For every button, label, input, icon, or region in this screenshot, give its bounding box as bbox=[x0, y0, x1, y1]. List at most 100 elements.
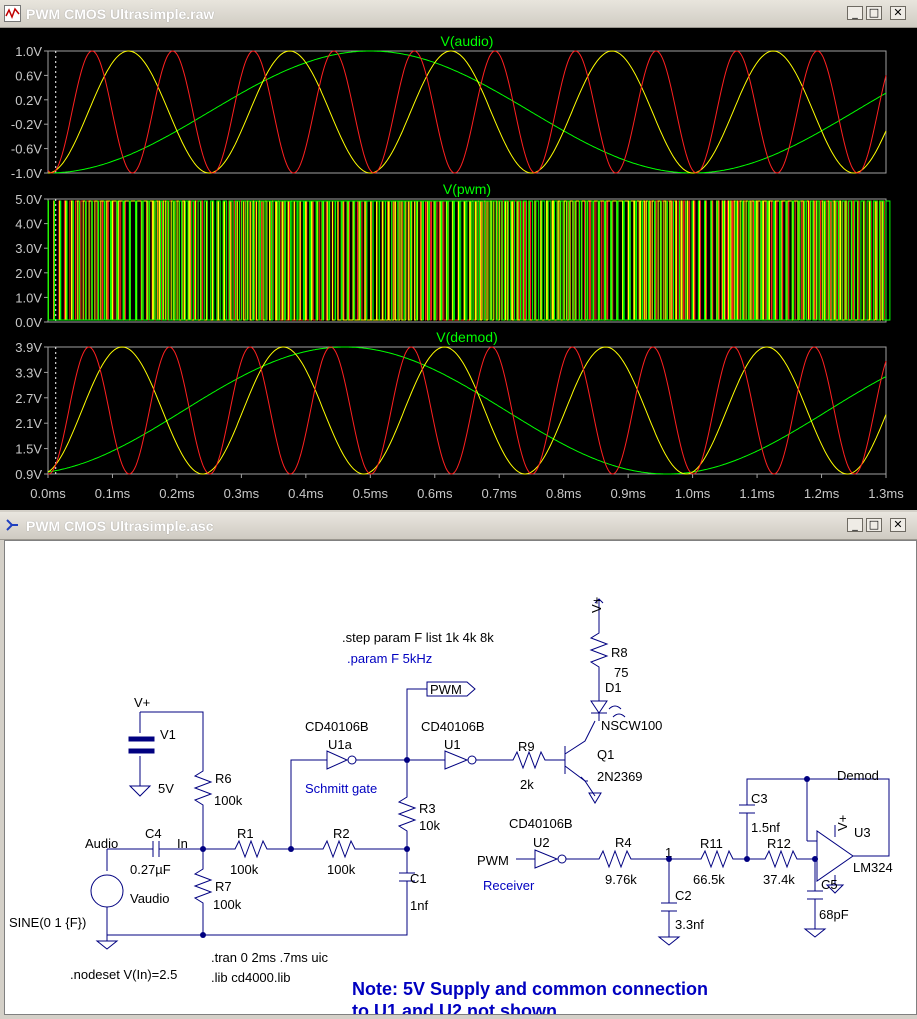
r3-value[interactable]: 10k bbox=[419, 818, 440, 833]
waveform-app-icon bbox=[4, 5, 21, 22]
y-tick-label: 2.0V bbox=[15, 266, 42, 281]
schematic-window: PWM CMOS Ultrasimple.asc _ □ ✕ .step par… bbox=[0, 512, 917, 1019]
trace-1khz bbox=[47, 346, 887, 475]
c3-name[interactable]: C3 bbox=[751, 791, 768, 806]
r12-name[interactable]: R12 bbox=[767, 836, 791, 851]
u1-name[interactable]: U1 bbox=[444, 737, 461, 752]
audio-net-label[interactable]: Audio bbox=[85, 836, 118, 851]
r8-name[interactable]: R8 bbox=[611, 645, 628, 660]
minimize-button[interactable]: _ bbox=[847, 518, 863, 532]
demod-net-label[interactable]: Demod bbox=[837, 768, 879, 783]
c2-name[interactable]: C2 bbox=[675, 888, 692, 903]
u1a-name[interactable]: U1a bbox=[328, 737, 353, 752]
x-tick-label: 0.9ms bbox=[610, 486, 646, 501]
nodeset-directive[interactable]: .nodeset V(In)=2.5 bbox=[70, 967, 177, 982]
r1-value[interactable]: 100k bbox=[230, 862, 259, 877]
schematic-drawing[interactable]: .step param F list 1k 4k 8k .param F 5kH… bbox=[5, 541, 916, 1019]
c1-name[interactable]: C1 bbox=[410, 871, 427, 886]
maximize-button[interactable]: □ bbox=[866, 518, 882, 532]
u2-name[interactable]: U2 bbox=[533, 835, 550, 850]
c5-name[interactable]: C5 bbox=[821, 877, 838, 892]
d1-name[interactable]: D1 bbox=[605, 680, 622, 695]
param-directive[interactable]: .param F 5kHz bbox=[347, 651, 432, 666]
q1-name[interactable]: Q1 bbox=[597, 747, 614, 762]
in-net-label[interactable]: In bbox=[177, 836, 188, 851]
c2-value[interactable]: 3.3nf bbox=[675, 917, 704, 932]
sine-value[interactable]: SINE(0 1 {F}) bbox=[9, 915, 86, 930]
r7-value[interactable]: 100k bbox=[213, 897, 242, 912]
u1-part[interactable]: CD40106B bbox=[421, 719, 485, 734]
r4-value[interactable]: 9.76k bbox=[605, 872, 637, 887]
y-tick-label: 2.7V bbox=[15, 391, 42, 406]
y-tick-label: 0.9V bbox=[15, 467, 42, 482]
u1a-part[interactable]: CD40106B bbox=[305, 719, 369, 734]
schematic-canvas[interactable]: .step param F list 1k 4k 8k .param F 5kH… bbox=[4, 540, 917, 1019]
r11-name[interactable]: R11 bbox=[700, 836, 723, 851]
r6-name[interactable]: R6 bbox=[215, 771, 232, 786]
v1-name[interactable]: V1 bbox=[160, 727, 176, 742]
waveform-titlebar[interactable]: PWM CMOS Ultrasimple.raw _ □ ✕ bbox=[0, 0, 917, 28]
junction-dot bbox=[804, 776, 810, 782]
r4-name[interactable]: R4 bbox=[615, 835, 632, 850]
y-tick-label: -0.2V bbox=[11, 117, 42, 132]
x-tick-label: 1.0ms bbox=[675, 486, 711, 501]
waveform-plot[interactable]: 1.0V 0.6V 0.2V -0.2V -0.6V -1.0V V(audio) 5.0V 4… bbox=[0, 28, 917, 510]
c5-value[interactable]: 68pF bbox=[819, 907, 849, 922]
junction-dot bbox=[200, 932, 206, 938]
c3-value[interactable]: 1.5nf bbox=[751, 820, 780, 835]
u3-name[interactable]: U3 bbox=[854, 825, 871, 840]
junction-dot bbox=[744, 856, 750, 862]
x-tick-label: 0.7ms bbox=[482, 486, 518, 501]
x-tick-label: 0.0ms bbox=[30, 486, 66, 501]
c4-value[interactable]: 0.27µF bbox=[130, 862, 171, 877]
u3-value[interactable]: LM324 bbox=[853, 860, 893, 875]
x-tick-label: 0.1ms bbox=[95, 486, 131, 501]
r12-value[interactable]: 37.4k bbox=[763, 872, 795, 887]
r1-name[interactable]: R1 bbox=[237, 826, 254, 841]
v1-value[interactable]: 5V bbox=[158, 781, 174, 796]
x-tick-label: 1.2ms bbox=[804, 486, 840, 501]
close-button[interactable]: ✕ bbox=[890, 518, 906, 532]
x-tick-label: 0.3ms bbox=[224, 486, 260, 501]
d1-value[interactable]: NSCW100 bbox=[601, 718, 662, 733]
schematic-app-icon bbox=[6, 519, 18, 531]
pwm-input-label[interactable]: PWM bbox=[477, 853, 509, 868]
y-tick-label: 1.5V bbox=[15, 442, 42, 457]
maximize-button[interactable]: □ bbox=[866, 6, 882, 20]
trace-8khz bbox=[47, 50, 887, 174]
trace-label: V(pwm) bbox=[443, 181, 491, 197]
x-tick-label: 1.1ms bbox=[739, 486, 775, 501]
r8-value[interactable]: 75 bbox=[614, 665, 628, 680]
close-button[interactable]: ✕ bbox=[890, 6, 906, 20]
minimize-button[interactable]: _ bbox=[847, 6, 863, 20]
schematic-titlebar[interactable]: PWM CMOS Ultrasimple.asc _ □ ✕ bbox=[0, 512, 917, 540]
y-tick-label: 3.3V bbox=[15, 365, 42, 380]
r2-value[interactable]: 100k bbox=[327, 862, 356, 877]
waveform-plot-area[interactable]: 1.0V 0.6V 0.2V -0.2V -0.6V -1.0V V(audio) 5.0V 4… bbox=[0, 28, 917, 510]
pwm-flag-label[interactable]: PWM bbox=[430, 682, 462, 697]
tran-directive[interactable]: .tran 0 2ms .7ms uic bbox=[211, 950, 329, 965]
c4-name[interactable]: C4 bbox=[145, 826, 162, 841]
note-line-1[interactable]: Note: 5V Supply and common connection bbox=[352, 979, 708, 999]
r2-name[interactable]: R2 bbox=[333, 826, 350, 841]
r11-value[interactable]: 66.5k bbox=[693, 872, 725, 887]
r9-value[interactable]: 2k bbox=[520, 777, 534, 792]
y-tick-label: 2.1V bbox=[15, 416, 42, 431]
junction-dot bbox=[288, 846, 294, 852]
r7-name[interactable]: R7 bbox=[215, 879, 232, 894]
r3-name[interactable]: R3 bbox=[419, 801, 436, 816]
u2-part[interactable]: CD40106B bbox=[509, 816, 573, 831]
junction-dot bbox=[404, 757, 410, 763]
trace-label: V(demod) bbox=[436, 329, 497, 345]
q1-value[interactable]: 2N2369 bbox=[597, 769, 643, 784]
pane-frame bbox=[47, 50, 887, 174]
r6-value[interactable]: 100k bbox=[214, 793, 243, 808]
x-tick-label: 0.5ms bbox=[353, 486, 389, 501]
step-directive[interactable]: .step param F list 1k 4k 8k bbox=[342, 630, 494, 645]
lib-directive[interactable]: .lib cd4000.lib bbox=[211, 970, 291, 985]
note-line-2[interactable]: to U1 and U2 not shown. bbox=[352, 1001, 562, 1019]
y-tick-label: -1.0V bbox=[11, 166, 42, 181]
r9-name[interactable]: R9 bbox=[518, 739, 535, 754]
vaudio-name[interactable]: Vaudio bbox=[130, 891, 170, 906]
c1-value[interactable]: 1nf bbox=[410, 898, 428, 913]
